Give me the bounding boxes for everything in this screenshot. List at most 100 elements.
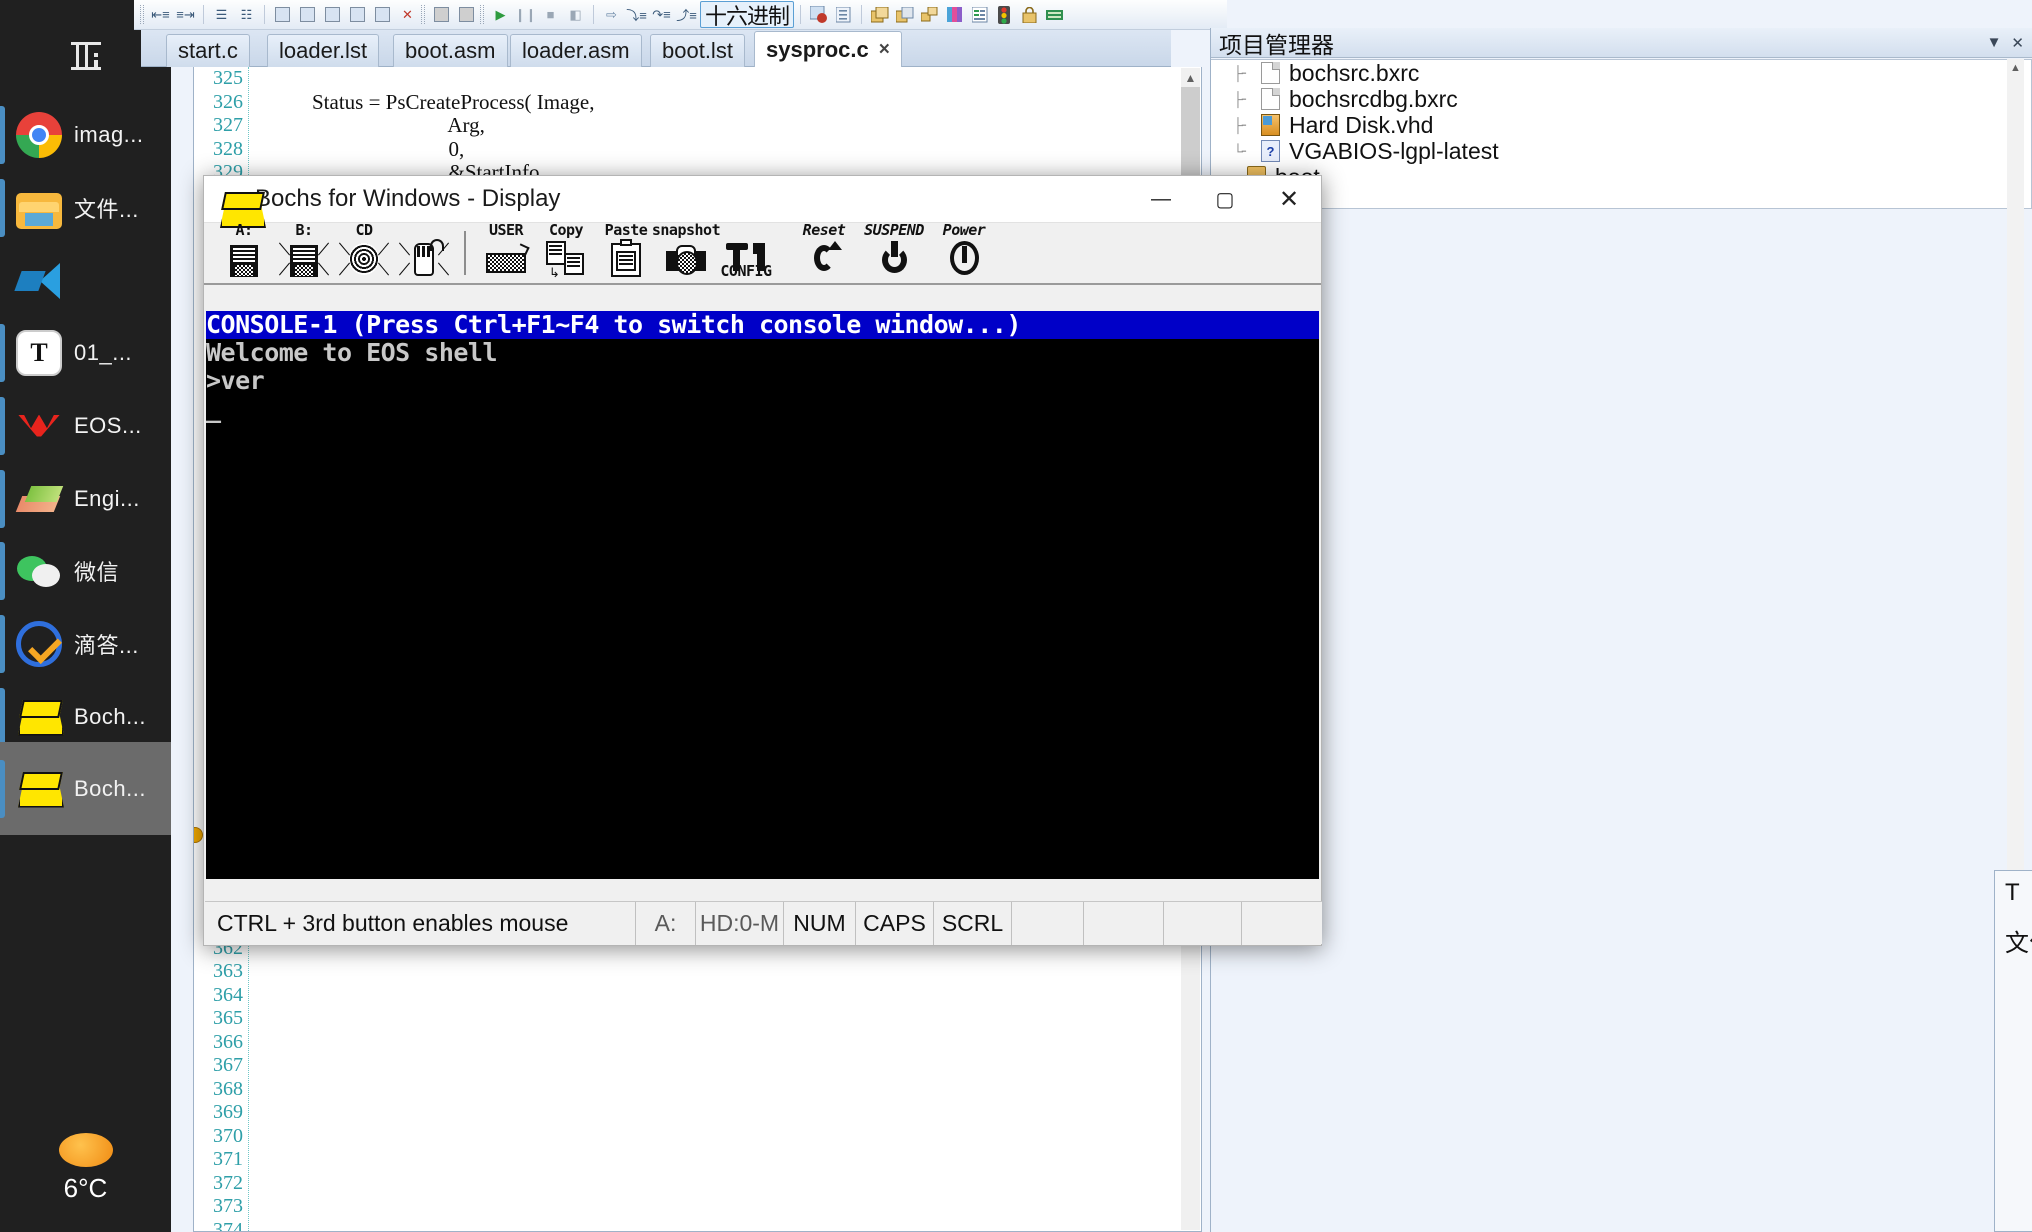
bochs-box-icon: [218, 186, 244, 212]
scrollbar-thumb[interactable]: [1181, 87, 1200, 177]
traffic-light-icon[interactable]: [993, 4, 1016, 26]
toolbar-grip[interactable]: [140, 5, 144, 24]
toolbar-grip[interactable]: [421, 5, 425, 24]
tree-item-bochsrc[interactable]: ├╴ bochsrc.bxrc: [1211, 60, 2031, 86]
reset-button[interactable]: Reset: [794, 221, 854, 279]
tab-boot-asm[interactable]: boot.asm: [393, 34, 508, 67]
bochs-title-bar[interactable]: Bochs for Windows - Display — ▢ ✕: [204, 176, 1321, 223]
status-cell-scrl: SCRL: [933, 902, 1011, 945]
floppy-b-button[interactable]: B:: [274, 221, 334, 279]
line-number: 369: [194, 1101, 248, 1125]
scroll-up-icon[interactable]: ▲: [2007, 59, 2024, 76]
lock-icon[interactable]: [1018, 4, 1041, 26]
tab-loader-lst[interactable]: loader.lst: [267, 34, 379, 67]
taskbar-item-label: EOS...: [74, 413, 142, 439]
running-indicator: [0, 397, 5, 455]
cdrom-icon: [342, 239, 386, 277]
editor-tab-strip: start.c loader.lst boot.asm loader.asm b…: [141, 30, 1171, 67]
floppy-a-button[interactable]: A:: [214, 221, 274, 279]
registers-icon[interactable]: [943, 4, 966, 26]
close-icon[interactable]: ×: [879, 39, 890, 61]
toggle-bookmark-icon[interactable]: [346, 4, 369, 26]
button-caption: USER: [489, 221, 523, 239]
chevron-down-icon[interactable]: ▼: [1987, 34, 2002, 51]
breakpoint-icon[interactable]: [807, 4, 830, 26]
build-icon[interactable]: [430, 4, 453, 26]
new-window-icon[interactable]: [271, 4, 294, 26]
bochs-window[interactable]: Bochs for Windows - Display — ▢ ✕ A: B:: [203, 175, 1322, 946]
taskbar-item-label: Engi...: [74, 486, 140, 512]
cdrom-button[interactable]: CD: [334, 221, 394, 279]
snapshot-button[interactable]: snapshot: [656, 221, 716, 279]
ticktick-icon: [16, 621, 62, 667]
weather-widget[interactable]: 6°C: [0, 1133, 171, 1204]
close-button[interactable]: ✕: [1257, 176, 1321, 223]
tab-loader-asm[interactable]: loader.asm: [510, 34, 642, 67]
bochs-display-screen[interactable]: CONSOLE-1 (Press Ctrl+F1~F4 to switch co…: [206, 311, 1319, 879]
step-out-icon[interactable]: ⤴≡: [675, 4, 698, 26]
line-number: 372: [194, 1172, 248, 1196]
step-over-icon[interactable]: ↷≡: [650, 4, 673, 26]
copy-window-icon[interactable]: [893, 4, 916, 26]
project-tree[interactable]: ├╴ bochsrc.bxrc ├╴ bochsrcdbg.bxrc ├╴ Ha…: [1211, 59, 2032, 209]
file-icon: [1261, 62, 1280, 84]
tree-item-hard-disk[interactable]: ├╴ Hard Disk.vhd: [1211, 112, 2031, 138]
tree-connector: └╴: [1233, 143, 1261, 160]
sun-icon: [59, 1133, 113, 1167]
maximize-button[interactable]: ▢: [1193, 176, 1257, 223]
taskbar-item-bochs-2[interactable]: Boch...: [0, 742, 171, 835]
tab-sysproc-c[interactable]: sysproc.c ×: [754, 31, 902, 67]
copy-button[interactable]: Copy ↳: [536, 221, 596, 279]
memory-view-icon[interactable]: [832, 4, 855, 26]
indent-decrease-icon[interactable]: ⇤≡: [149, 4, 172, 26]
indent-increase-icon[interactable]: ≡⇥: [174, 4, 197, 26]
clean-icon[interactable]: [455, 4, 478, 26]
windows-icon[interactable]: [868, 4, 891, 26]
uncomment-icon[interactable]: ☷: [235, 4, 258, 26]
hardware-icon[interactable]: [1043, 4, 1066, 26]
disassembly-icon[interactable]: [968, 4, 991, 26]
help-file-icon: [1261, 140, 1280, 162]
config-button[interactable]: CONFIG: [716, 221, 776, 279]
pause-icon[interactable]: ❙❙: [514, 4, 537, 26]
next-bookmark-icon[interactable]: [321, 4, 344, 26]
delete-bookmark-icon[interactable]: ✕: [396, 4, 419, 26]
comment-icon[interactable]: ☰: [210, 4, 233, 26]
line-number: 364: [194, 984, 248, 1008]
step-into-icon[interactable]: ⤵≡: [625, 4, 648, 26]
stop-icon[interactable]: ■: [539, 4, 562, 26]
prev-bookmark-icon[interactable]: [296, 4, 319, 26]
button-caption: A:: [235, 221, 252, 239]
vscode-icon: [16, 258, 62, 304]
vhd-icon: [1261, 114, 1280, 136]
close-icon[interactable]: ✕: [2011, 34, 2024, 52]
line-number: 365: [194, 1007, 248, 1031]
suspend-button[interactable]: SUSPEND: [864, 221, 924, 279]
minimize-button[interactable]: —: [1129, 176, 1193, 223]
mini-side-panel[interactable]: T 文化: [1994, 870, 2032, 1232]
line-number: 368: [194, 1078, 248, 1102]
link-icon[interactable]: [918, 4, 941, 26]
button-caption: B:: [295, 221, 312, 239]
line-number: 370: [194, 1125, 248, 1149]
paste-button[interactable]: Paste: [596, 221, 656, 279]
tab-start-c[interactable]: start.c: [166, 34, 250, 67]
run-icon[interactable]: ▶: [489, 4, 512, 26]
bochs-toolbar: A: B: CD: [204, 223, 1321, 285]
tab-boot-lst[interactable]: boot.lst: [650, 34, 745, 67]
tab-label: boot.lst: [662, 38, 733, 64]
floppy-a-icon: [222, 239, 266, 277]
user-button[interactable]: USER: [476, 221, 536, 279]
tree-item-boot[interactable]: ▭ boot: [1211, 164, 2031, 190]
scroll-up-icon[interactable]: ▲: [1181, 68, 1200, 87]
tree-item-vgabios[interactable]: └╴ VGABIOS-lgpl-latest: [1211, 138, 2031, 164]
tree-item-bochsrcdbg[interactable]: ├╴ bochsrcdbg.bxrc: [1211, 86, 2031, 112]
show-next-statement-icon[interactable]: ⇨: [600, 4, 623, 26]
power-button[interactable]: Power: [934, 221, 994, 279]
tab-label: boot.asm: [405, 38, 496, 64]
restart-icon[interactable]: ◧: [564, 4, 587, 26]
hex-mode-button[interactable]: 十六进制: [700, 1, 794, 28]
clear-bookmark-icon[interactable]: [371, 4, 394, 26]
toolbar-grip[interactable]: [480, 5, 484, 24]
mouse-button[interactable]: [394, 221, 454, 279]
